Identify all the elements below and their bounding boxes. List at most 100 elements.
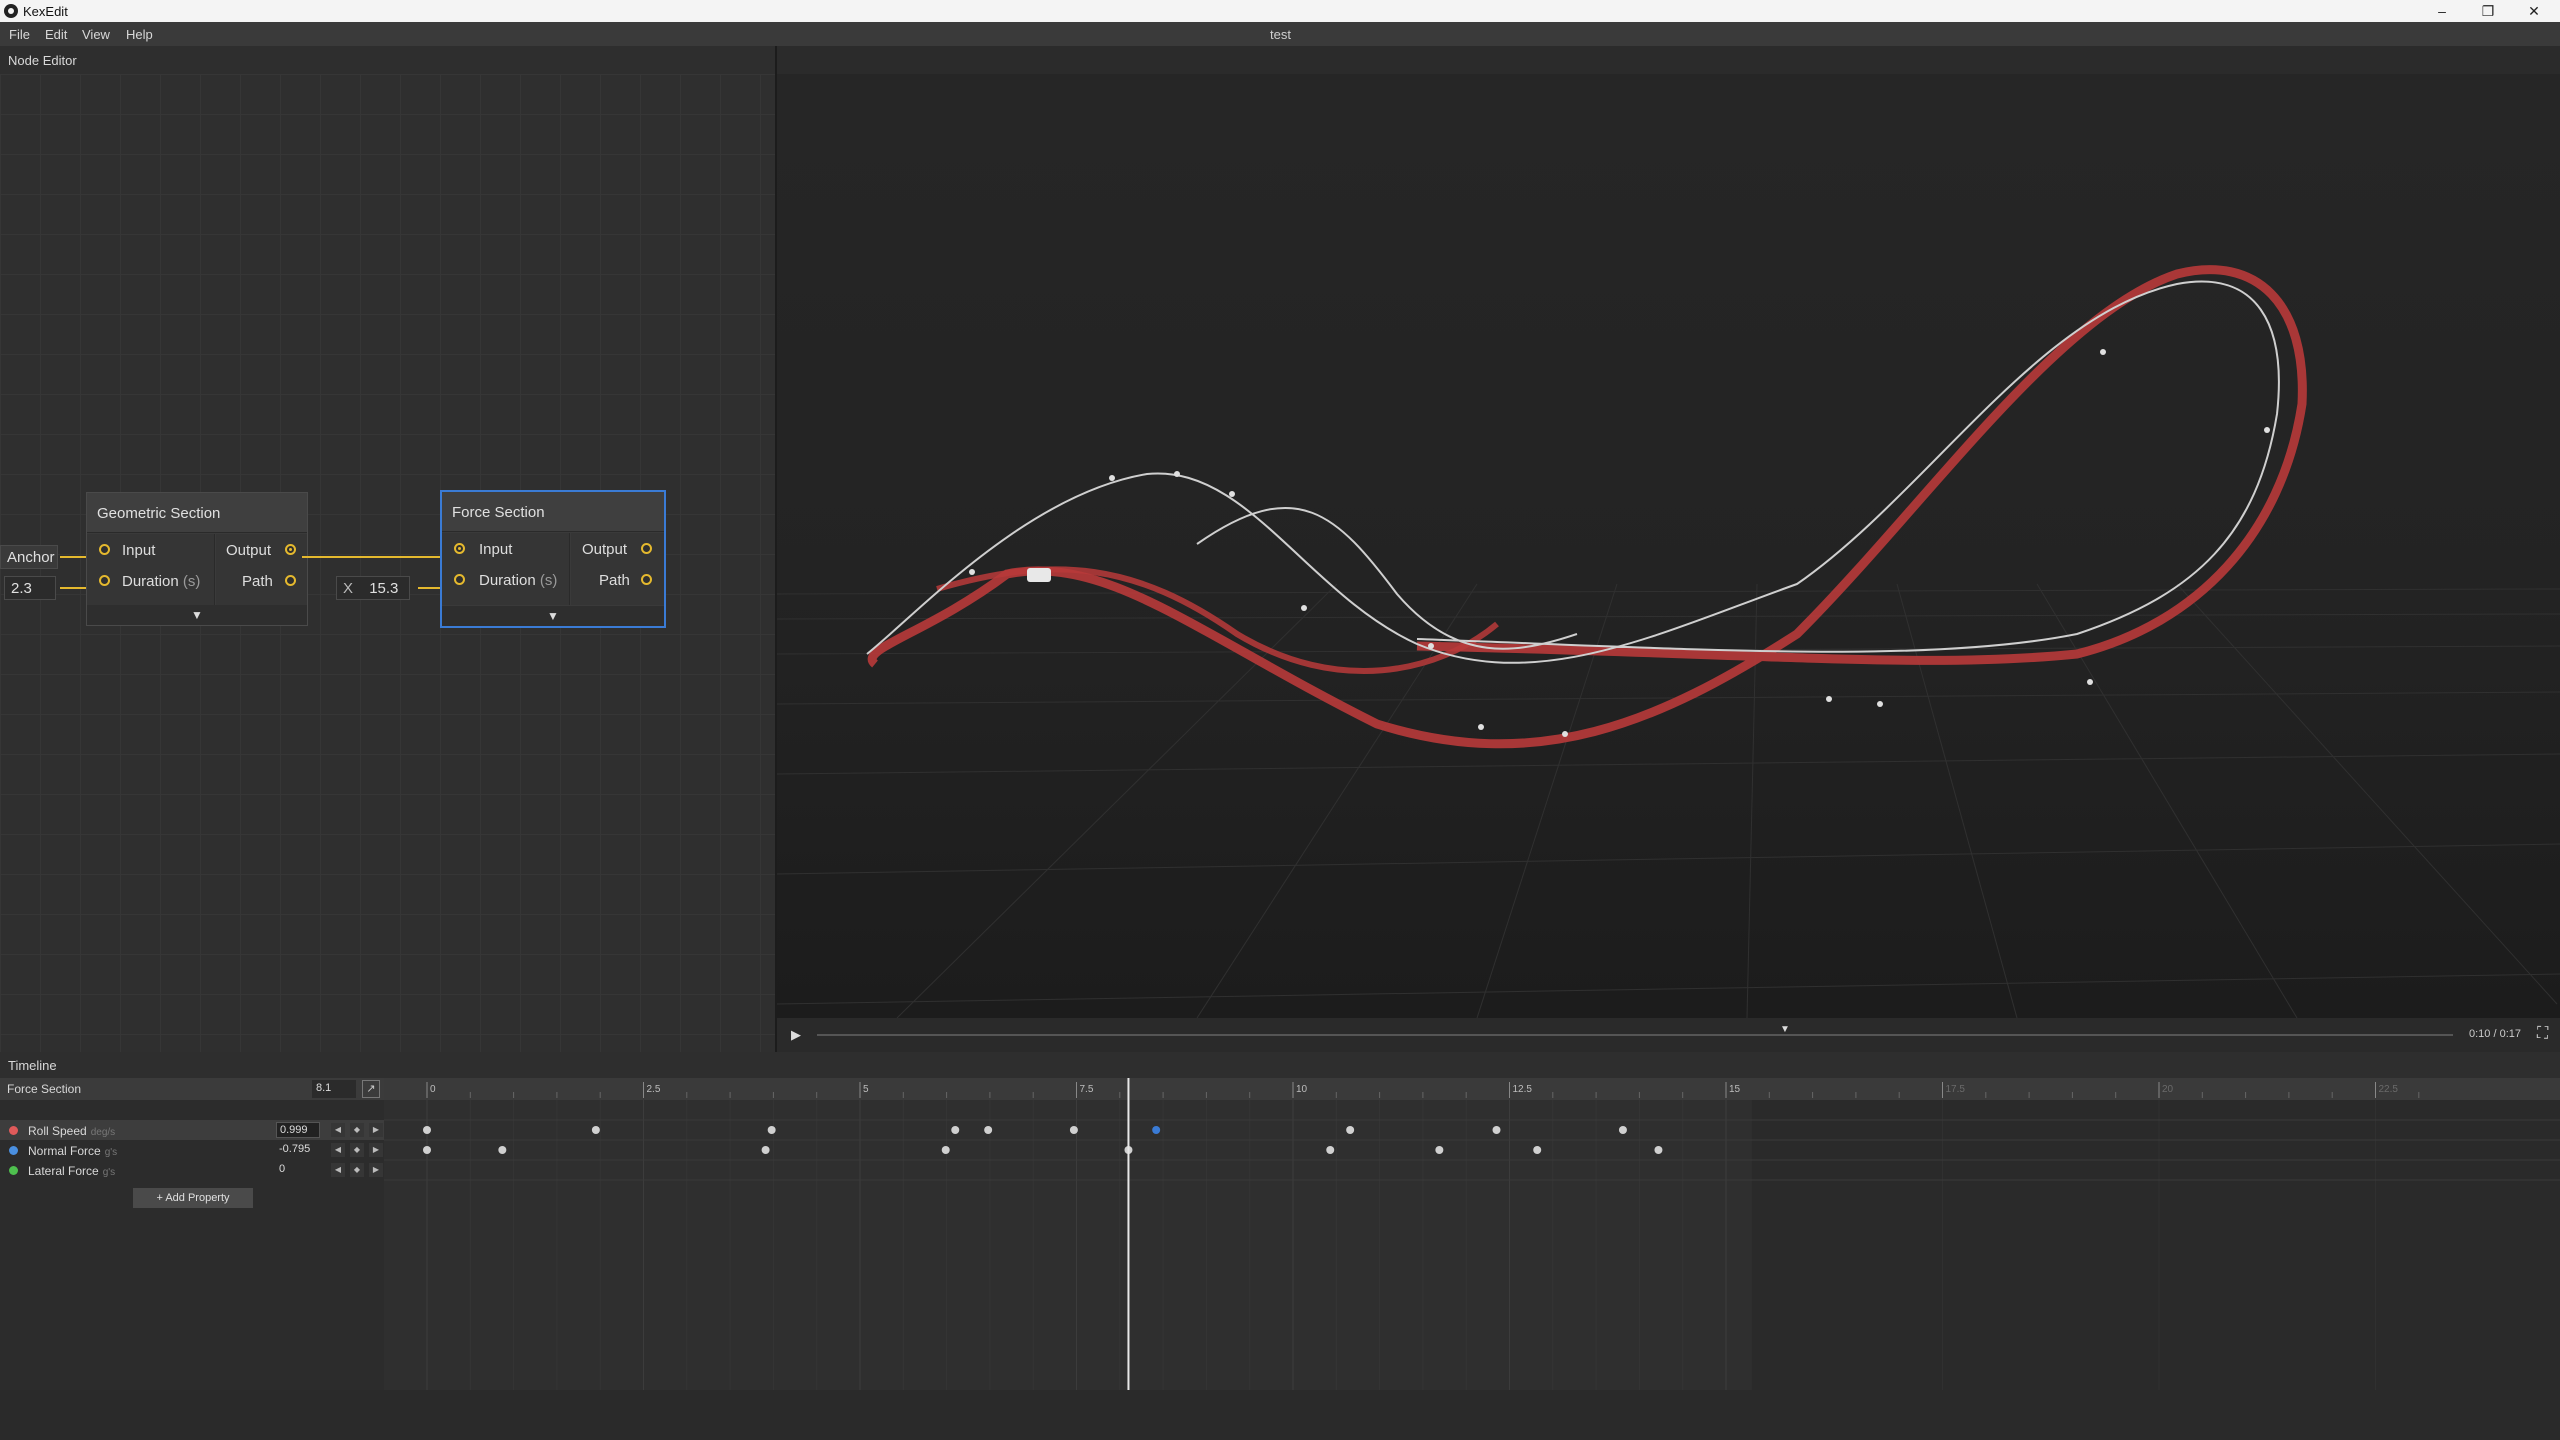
lateral-force-value-field[interactable]: 0 [276, 1162, 320, 1178]
menu-edit[interactable]: Edit [45, 27, 67, 42]
app-title: KexEdit [23, 4, 68, 19]
normal-force-prev-key-icon[interactable]: ◀ [331, 1143, 345, 1157]
ruler-tick-label: 20 [2162, 1084, 2174, 1095]
force-duration-port[interactable] [454, 574, 465, 585]
geometric-input-label: Input [122, 542, 156, 559]
keyframe-marker[interactable] [941, 1146, 950, 1154]
timeline-section-value[interactable]: 8.1 [312, 1080, 356, 1098]
viewport-background [777, 74, 2560, 1018]
timeline-section-row[interactable]: Force Section 8.1 ↗ [0, 1078, 384, 1100]
geometric-section-node[interactable]: Geometric Section Input Duration (s) Out… [86, 492, 308, 626]
geometric-path-label: Path [242, 573, 273, 590]
scrub-marker-icon[interactable]: ▼ [1780, 1024, 1790, 1035]
status-bar [0, 1390, 2560, 1440]
keyframe-marker[interactable] [951, 1126, 960, 1134]
ruler-tick-label: 0 [430, 1084, 436, 1095]
force-input-label: Input [479, 541, 513, 558]
anchor-value-field[interactable]: 2.3 [4, 576, 56, 600]
keyframe-marker[interactable] [1435, 1146, 1444, 1154]
force-duration-label: Duration (s) [479, 572, 558, 589]
geometric-input-port[interactable] [99, 544, 110, 555]
keyframe-marker[interactable] [1326, 1146, 1335, 1154]
ruler-tick-label: 15 [1729, 1084, 1741, 1095]
time-display: 0:10 / 0:17 [2469, 1028, 2521, 1040]
normal-force-add-key-icon[interactable]: ◆ [350, 1143, 364, 1157]
property-row-roll-speed[interactable]: Roll Speed deg/s 0.999 ◀ ◆ ▶ [0, 1120, 384, 1140]
ruler-tick-label: 17.5 [1946, 1084, 1966, 1095]
ruler-tick-label: 2.5 [647, 1084, 661, 1095]
restore-button[interactable]: ❐ [2468, 1, 2508, 21]
play-icon[interactable]: ▶ [791, 1027, 801, 1043]
keyframe-marker[interactable] [1346, 1126, 1355, 1134]
property-row-normal-force[interactable]: Normal Force g's -0.795 ◀ ◆ ▶ [0, 1140, 384, 1160]
lateral-force-next-key-icon[interactable]: ▶ [369, 1163, 383, 1177]
force-path-label: Path [599, 572, 630, 589]
menu-bar: File Edit View Help test [0, 22, 2560, 46]
menu-view[interactable]: View [82, 27, 110, 42]
force-duration-prefix: X [343, 580, 354, 597]
geometric-path-port[interactable] [285, 575, 296, 586]
roll-speed-next-key-icon[interactable]: ▶ [369, 1123, 383, 1137]
playback-scrubber[interactable] [817, 1034, 2453, 1036]
force-path-port[interactable] [641, 574, 652, 585]
property-row-lateral-force[interactable]: Lateral Force g's 0 ◀ ◆ ▶ [0, 1160, 384, 1180]
keyframe-marker[interactable] [423, 1146, 431, 1154]
geometric-output-port[interactable] [285, 544, 296, 555]
train-car[interactable] [1027, 568, 1051, 582]
force-node-outputs: Output Path [571, 533, 664, 605]
menu-file[interactable]: File [9, 27, 30, 42]
lateral-force-label: Lateral Force g's [28, 1164, 116, 1178]
ruler-tick-label: 22.5 [2379, 1084, 2399, 1095]
force-output-port[interactable] [641, 543, 652, 554]
keyframe-marker[interactable] [591, 1126, 600, 1134]
anchor-label: Anchor [7, 549, 55, 566]
force-node-inputs: Input Duration (s) [442, 533, 570, 605]
timeline-header: Timeline [0, 1052, 2560, 1078]
timeline-property-list: Force Section 8.1 ↗ Roll Speed deg/s 0.99… [0, 1078, 384, 1390]
keyframe-marker[interactable] [1654, 1146, 1663, 1154]
force-expand-icon[interactable]: ▼ [442, 606, 664, 626]
keyframe-marker[interactable] [423, 1126, 431, 1134]
normal-force-value-field[interactable]: -0.795 [276, 1142, 320, 1158]
keyframe-marker[interactable] [984, 1126, 993, 1134]
keyframe-marker[interactable] [767, 1126, 776, 1134]
force-duration-field[interactable]: X 15.3 [336, 576, 410, 600]
node-editor-canvas[interactable]: Anchor 2.3 Geometric Section Input Durat… [0, 74, 775, 1052]
graph-view-icon[interactable]: ↗ [362, 1080, 380, 1098]
keyframe-marker[interactable] [1618, 1126, 1627, 1134]
timeline-track-area[interactable]: 0 2.5 5 7.5 10 12.5 15 17.5 20 22.5 [384, 1078, 2560, 1390]
close-button[interactable]: ✕ [2514, 1, 2554, 21]
fullscreen-icon[interactable]: ⛶ [2537, 1025, 2548, 1043]
keyframe-marker[interactable] [1152, 1126, 1161, 1134]
normal-force-label: Normal Force g's [28, 1144, 118, 1158]
ruler-tick-label: 10 [1296, 1084, 1308, 1095]
lateral-force-add-key-icon[interactable]: ◆ [350, 1163, 364, 1177]
add-property-button[interactable]: + Add Property [133, 1188, 253, 1208]
menu-help[interactable]: Help [126, 27, 153, 42]
lateral-force-prev-key-icon[interactable]: ◀ [331, 1163, 345, 1177]
keyframe-marker[interactable] [1069, 1126, 1078, 1134]
minimize-button[interactable]: – [2422, 1, 2462, 21]
ruler-tick-label: 12.5 [1513, 1084, 1533, 1095]
keyframe-marker[interactable] [1533, 1146, 1542, 1154]
force-input-port[interactable] [454, 543, 465, 554]
ruler-tick-label: 7.5 [1080, 1084, 1094, 1095]
anchor-value: 2.3 [11, 580, 32, 597]
node-editor-title: Node Editor [8, 53, 77, 68]
3d-viewport[interactable] [777, 74, 2560, 1018]
force-section-node[interactable]: Force Section Input Duration (s) Output … [440, 490, 666, 628]
geometric-expand-icon[interactable]: ▼ [87, 605, 307, 625]
normal-force-next-key-icon[interactable]: ▶ [369, 1143, 383, 1157]
roll-speed-value-field[interactable]: 0.999 [276, 1122, 320, 1138]
node-editor-header: Node Editor [0, 46, 775, 74]
roll-speed-prev-key-icon[interactable]: ◀ [331, 1123, 345, 1137]
geometric-node-title: Geometric Section [87, 493, 307, 533]
keyframe-marker[interactable] [761, 1146, 770, 1154]
keyframe-marker[interactable] [1492, 1126, 1501, 1134]
anchor-box[interactable]: Anchor [0, 545, 58, 569]
keyframe-marker[interactable] [498, 1146, 507, 1154]
geometric-duration-port[interactable] [99, 575, 110, 586]
geometric-node-outputs: Output Path [216, 534, 307, 606]
roll-speed-add-key-icon[interactable]: ◆ [350, 1123, 364, 1137]
app-logo-icon [4, 4, 18, 18]
